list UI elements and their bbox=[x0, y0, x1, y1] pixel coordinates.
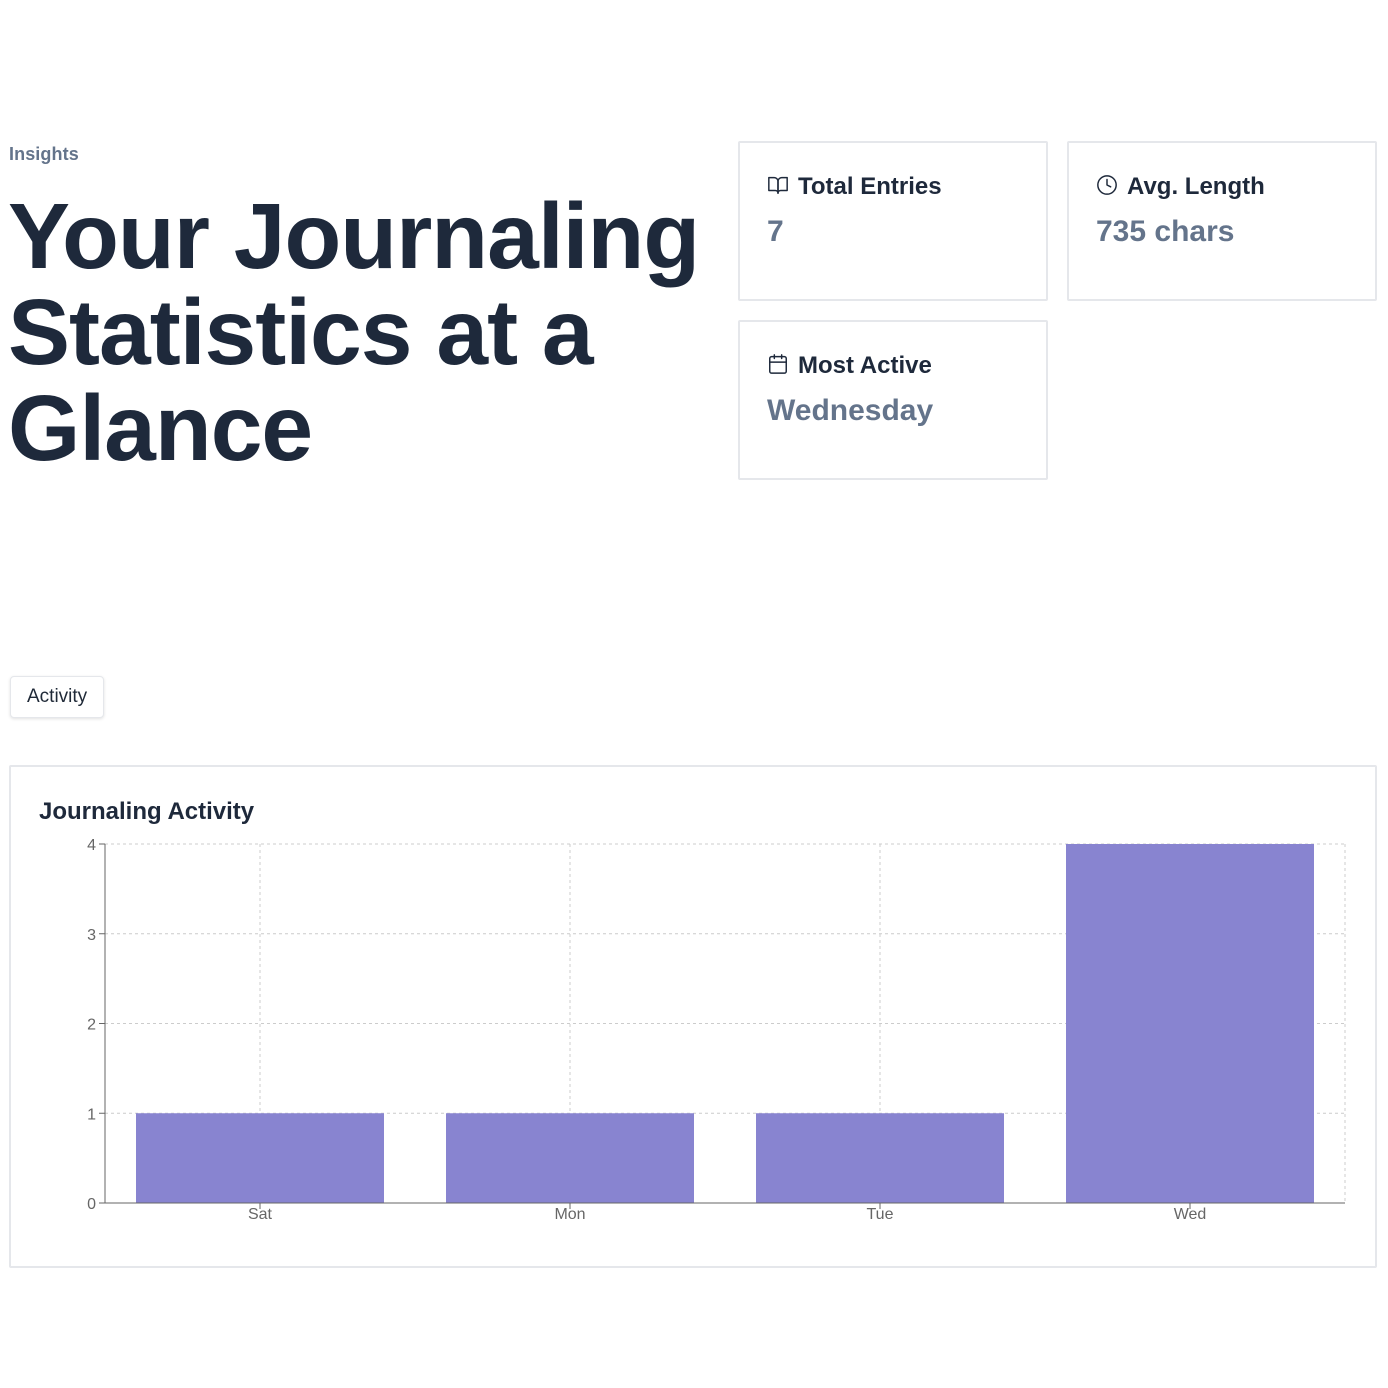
tab-activity[interactable]: Activity bbox=[10, 676, 105, 718]
stat-value: 7 bbox=[767, 215, 784, 248]
activity-chart-card: Journaling Activity 0 1 2 3 4 Sat Mon Tue Wed bbox=[9, 765, 1377, 1268]
stat-label: Total Entries bbox=[798, 173, 942, 200]
stat-label: Most Active bbox=[798, 352, 932, 379]
stat-value: 735 chars bbox=[1096, 215, 1235, 248]
book-open-icon bbox=[767, 174, 789, 201]
page-title: Your Journaling Statistics at a Glance bbox=[8, 184, 700, 480]
activity-bar-chart: 0 1 2 3 4 Sat Mon Tue Wed bbox=[87, 837, 1346, 1223]
page-eyebrow: Insights bbox=[9, 144, 79, 164]
x-tick-label: Wed bbox=[1174, 1206, 1207, 1223]
bar-mon bbox=[446, 1113, 694, 1203]
x-tick-label: Tue bbox=[867, 1206, 894, 1223]
y-tick-label: 0 bbox=[87, 1196, 96, 1213]
calendar-icon bbox=[767, 353, 789, 380]
tab-list: Activity bbox=[10, 676, 105, 718]
y-tick-label: 1 bbox=[87, 1106, 96, 1123]
bar-wed bbox=[1066, 844, 1314, 1203]
y-tick-label: 3 bbox=[87, 927, 96, 944]
x-tick-label: Sat bbox=[248, 1206, 273, 1223]
x-tick-label: Mon bbox=[554, 1206, 585, 1223]
clock-icon bbox=[1096, 174, 1118, 201]
stat-label: Avg. Length bbox=[1127, 173, 1265, 200]
bar-sat bbox=[136, 1113, 384, 1203]
stat-card-avg-length: Avg. Length 735 chars bbox=[1067, 141, 1377, 301]
bar-tue bbox=[756, 1113, 1004, 1203]
stat-card-most-active: Most Active Wednesday bbox=[738, 320, 1048, 480]
y-tick-label: 4 bbox=[87, 837, 96, 854]
y-tick-label: 2 bbox=[87, 1017, 96, 1034]
stat-card-total-entries: Total Entries 7 bbox=[738, 141, 1048, 301]
stat-value: Wednesday bbox=[767, 394, 934, 427]
